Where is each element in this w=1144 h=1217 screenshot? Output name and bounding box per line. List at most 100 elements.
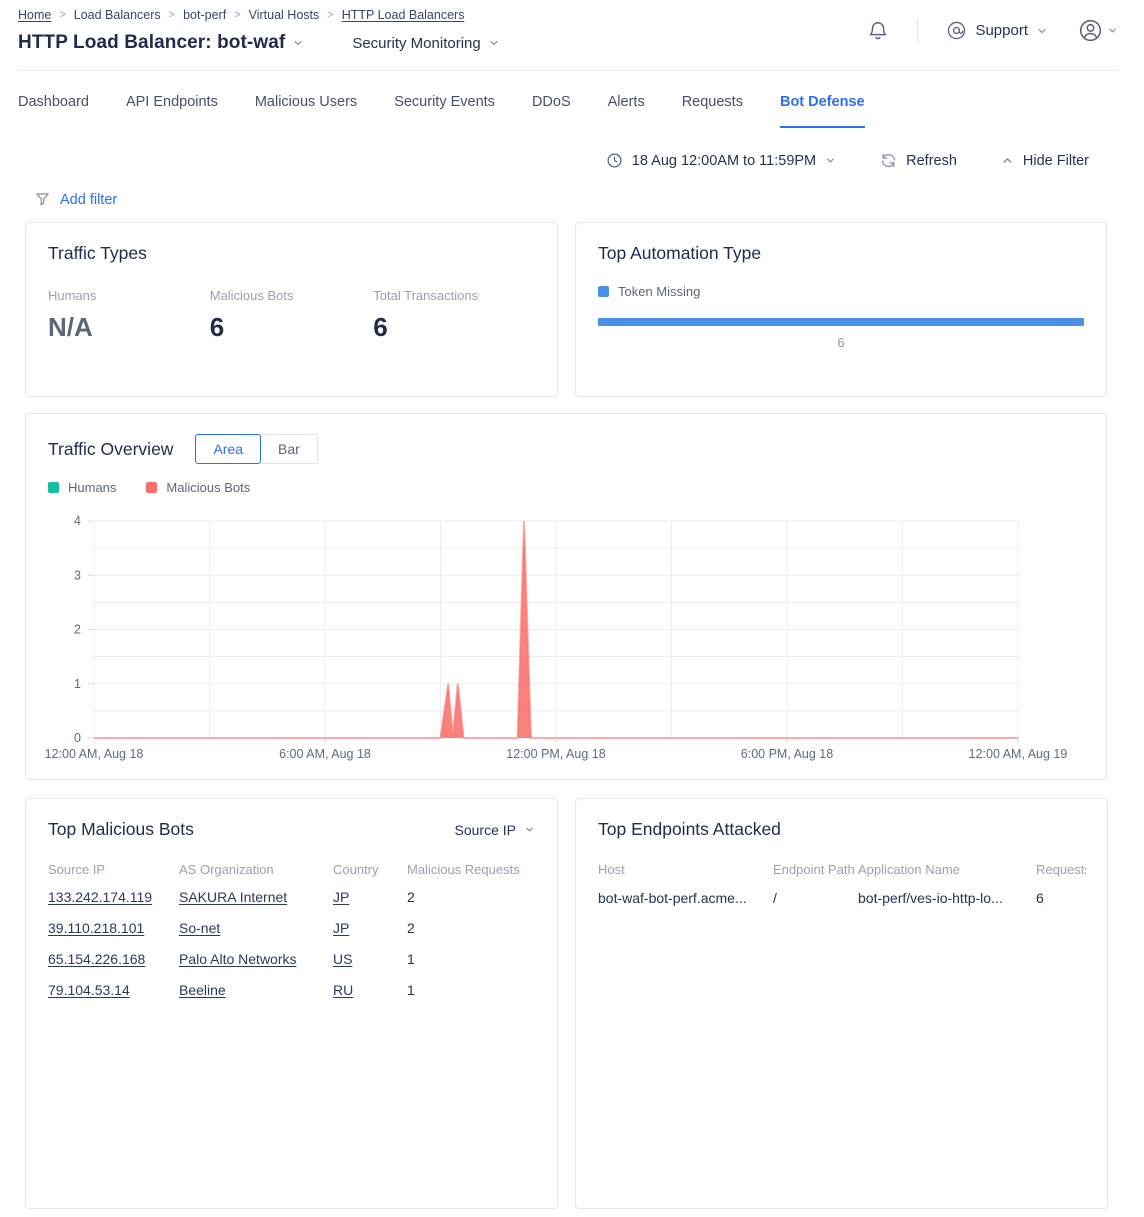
svg-text:12:00 PM, Aug 18: 12:00 PM, Aug 18 <box>506 747 605 761</box>
context-selector-label: Security Monitoring <box>352 35 480 52</box>
support-menu[interactable]: Support <box>946 20 1048 41</box>
malicious-bots-label: Malicious Bots <box>166 480 250 495</box>
hide-filter-button[interactable]: Hide Filter <box>1001 153 1089 169</box>
tab-requests[interactable]: Requests <box>682 94 743 128</box>
top-automation-title: Top Automation Type <box>598 243 1084 264</box>
breadcrumb-separator: > <box>234 9 240 21</box>
col-malicious-requests: Malicious Requests <box>407 858 537 881</box>
source-ip-link[interactable]: 65.154.226.168 <box>48 951 145 967</box>
app-header: Home > Load Balancers > bot-perf > Virtu… <box>0 0 1144 71</box>
tab-security-events[interactable]: Security Events <box>394 94 495 128</box>
bar-toggle-button[interactable]: Bar <box>260 434 318 464</box>
breadcrumb-home[interactable]: Home <box>18 8 51 22</box>
tab-malicious-users[interactable]: Malicious Users <box>255 94 357 128</box>
stat-total-transactions: Total Transactions 6 <box>373 288 535 343</box>
traffic-overview-card: Traffic Overview Area Bar Humans Malicio… <box>25 413 1107 780</box>
stat-value: N/A <box>48 312 210 343</box>
support-chevron-down-icon <box>1036 25 1048 37</box>
svg-text:3: 3 <box>74 568 81 582</box>
refresh-label: Refresh <box>906 153 957 169</box>
col-host: Host <box>598 858 773 881</box>
stat-label: Total Transactions <box>373 288 535 303</box>
svg-text:12:00 AM, Aug 19: 12:00 AM, Aug 19 <box>969 747 1068 761</box>
host-value: bot-waf-bot-perf.acme... <box>598 890 773 906</box>
breadcrumb-separator: > <box>327 9 333 21</box>
hide-filter-label: Hide Filter <box>1023 153 1089 169</box>
automation-bar-value: 6 <box>598 335 1084 350</box>
svg-text:4: 4 <box>74 514 81 528</box>
country-link[interactable]: JP <box>333 920 349 936</box>
legend-humans[interactable]: Humans <box>48 480 116 495</box>
traffic-overview-chart: 0123412:00 AM, Aug 186:00 AM, Aug 1812:0… <box>48 509 1084 763</box>
breadcrumb-virtual-hosts[interactable]: Virtual Hosts <box>249 8 320 22</box>
time-range-selector[interactable]: 18 Aug 12:00AM to 11:59PM <box>606 152 836 169</box>
breadcrumb-namespace[interactable]: bot-perf <box>183 8 226 22</box>
table-row: bot-waf-bot-perf.acme... / bot-perf/ves-… <box>598 881 1085 914</box>
country-link[interactable]: US <box>333 951 352 967</box>
area-toggle-button[interactable]: Area <box>195 434 261 464</box>
top-malicious-bots-card: Top Malicious Bots Source IP Source IP A… <box>25 798 558 1209</box>
col-endpoint-path: Endpoint Path <box>773 858 858 881</box>
table-row: 79.104.53.14 Beeline RU 1 <box>48 974 535 1005</box>
requests-value: 1 <box>407 951 537 967</box>
group-by-value: Source IP <box>455 822 516 838</box>
source-ip-link[interactable]: 79.104.53.14 <box>48 982 130 998</box>
country-link[interactable]: JP <box>333 889 349 905</box>
tab-dashboard[interactable]: Dashboard <box>18 94 89 128</box>
as-org-link[interactable]: Palo Alto Networks <box>179 951 297 967</box>
humans-label: Humans <box>68 480 116 495</box>
svg-text:6:00 AM, Aug 18: 6:00 AM, Aug 18 <box>279 747 371 761</box>
add-filter-row: Add filter <box>0 169 1144 208</box>
breadcrumb-load-balancers[interactable]: Load Balancers <box>74 8 161 22</box>
legend-malicious-bots[interactable]: Malicious Bots <box>146 480 250 495</box>
traffic-overview-title: Traffic Overview <box>48 439 173 460</box>
source-ip-link[interactable]: 133.242.174.119 <box>48 889 152 905</box>
tab-ddos[interactable]: DDoS <box>532 94 571 128</box>
notifications-bell-icon[interactable] <box>867 20 889 42</box>
traffic-overview-legend: Humans Malicious Bots <box>48 480 1084 495</box>
country-link[interactable]: RU <box>333 982 353 998</box>
stat-humans: Humans N/A <box>48 288 210 343</box>
account-menu[interactable] <box>1078 18 1118 43</box>
token-missing-swatch <box>598 286 609 297</box>
context-selector[interactable]: Security Monitoring <box>352 35 499 52</box>
requests-value: 1 <box>407 982 537 998</box>
user-avatar-icon <box>1078 18 1103 43</box>
page-title: HTTP Load Balancer: bot-waf <box>18 32 285 54</box>
stat-value: 6 <box>210 312 374 343</box>
as-org-link[interactable]: Beeline <box>179 982 226 998</box>
title-dropdown-chevron-icon[interactable] <box>292 37 304 49</box>
group-by-dropdown[interactable]: Source IP <box>455 822 535 838</box>
stat-label: Humans <box>48 288 210 303</box>
table-row: 65.154.226.168 Palo Alto Networks US 1 <box>48 943 535 974</box>
tab-alerts[interactable]: Alerts <box>608 94 645 128</box>
table-row: 39.110.218.101 So-net JP 2 <box>48 912 535 943</box>
funnel-filter-icon <box>34 191 51 208</box>
refresh-icon <box>880 152 897 169</box>
refresh-button[interactable]: Refresh <box>880 152 957 169</box>
add-filter-button[interactable]: Add filter <box>60 192 117 208</box>
stat-malicious-bots: Malicious Bots 6 <box>210 288 374 343</box>
endpoint-path-value: / <box>773 890 858 906</box>
as-org-link[interactable]: So-net <box>179 920 220 936</box>
automation-bar <box>598 318 1084 326</box>
automation-bar-track: 6 <box>598 318 1084 350</box>
col-application-name: Application Name <box>858 858 1036 881</box>
top-endpoints-title: Top Endpoints Attacked <box>598 819 1085 840</box>
context-chevron-down-icon <box>488 37 500 49</box>
requests-value: 6 <box>1036 890 1086 906</box>
as-org-link[interactable]: SAKURA Internet <box>179 889 287 905</box>
tab-bot-defense[interactable]: Bot Defense <box>780 94 865 128</box>
col-country: Country <box>333 858 407 881</box>
breadcrumb-http-load-balancers[interactable]: HTTP Load Balancers <box>342 8 465 22</box>
automation-legend: Token Missing <box>598 284 1084 299</box>
top-endpoints-attacked-card: Top Endpoints Attacked Host Endpoint Pat… <box>575 798 1108 1209</box>
traffic-types-stats: Humans N/A Malicious Bots 6 Total Transa… <box>48 288 535 343</box>
source-ip-link[interactable]: 39.110.218.101 <box>48 920 144 936</box>
application-name-value: bot-perf/ves-io-http-lo... <box>858 890 1036 906</box>
tab-api-endpoints[interactable]: API Endpoints <box>126 94 218 128</box>
support-label: Support <box>975 22 1028 39</box>
traffic-types-title: Traffic Types <box>48 243 535 264</box>
time-range-label: 18 Aug 12:00AM to 11:59PM <box>632 153 816 169</box>
top-automation-type-card: Top Automation Type Token Missing 6 <box>575 222 1107 397</box>
